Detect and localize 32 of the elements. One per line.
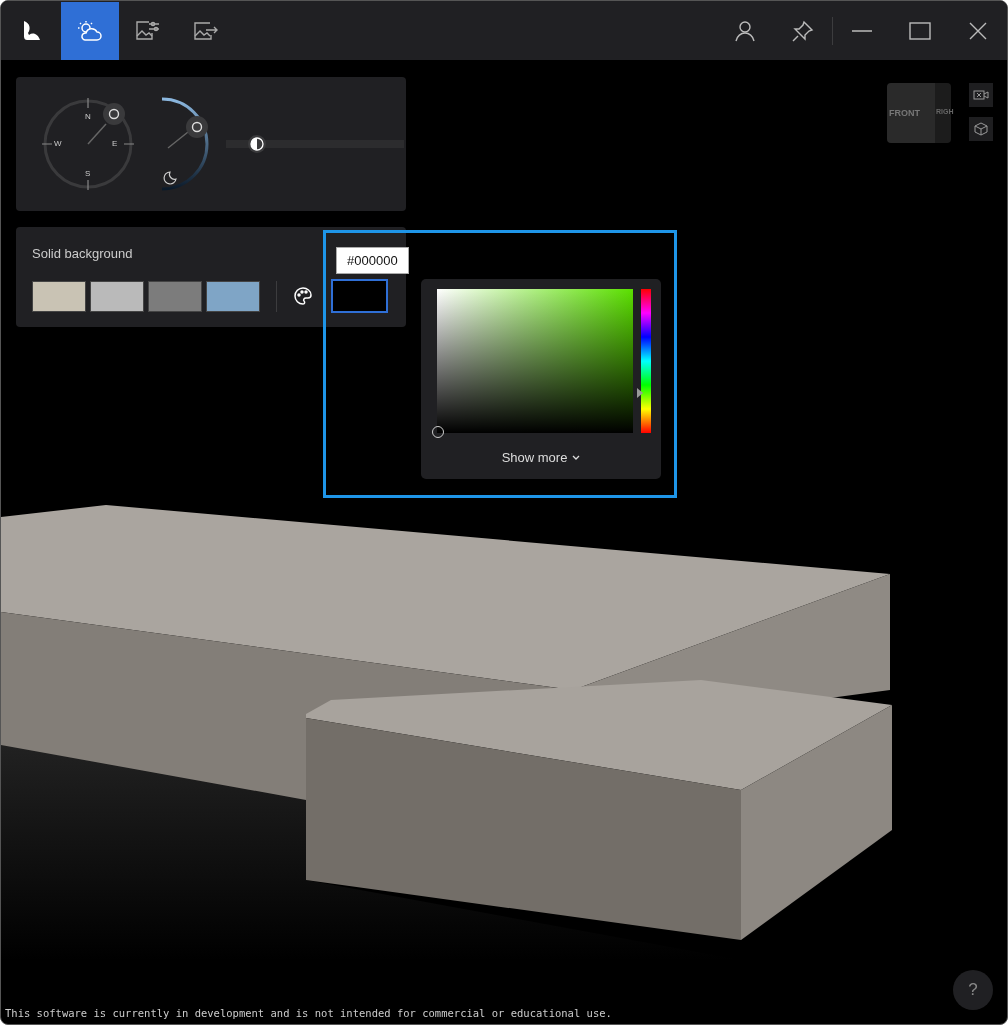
leaf-logo-icon [21,19,41,42]
color-swatch[interactable] [32,280,86,312]
sun-handle-icon[interactable] [103,103,125,125]
moon-icon [163,171,177,185]
palette-icon[interactable] [293,286,313,306]
color-swatch[interactable] [90,280,144,312]
sun-handle-icon[interactable] [186,116,208,138]
color-swatch[interactable] [148,280,202,312]
brightness-thumb-icon[interactable] [247,134,268,154]
image-export-icon[interactable] [193,19,219,42]
sun-cloud-icon[interactable] [77,19,103,42]
custom-color-swatch[interactable] [331,279,388,313]
west-label: W [54,140,62,148]
color-swatch[interactable] [206,280,260,312]
cube-icon[interactable] [969,117,993,141]
south-label: S [85,170,91,178]
chevron-icon [572,454,581,461]
help-button[interactable]: ? [953,970,993,1010]
east-label: E [112,140,118,148]
saturation-value-area[interactable] [437,289,633,433]
image-sliders-icon[interactable] [135,19,161,42]
sun-height-needle [167,131,189,149]
show-more-button[interactable]: Show more [495,449,587,466]
sun-height-arc[interactable] [161,97,209,191]
color-value-tooltip: #000000 [336,247,409,274]
disclaimer-text: This software is currently in development and is not intended for commercial or educational use. [5,1007,612,1019]
north-label: N [85,113,91,121]
weather-tab[interactable] [61,1,119,60]
camera-icon[interactable] [969,83,993,107]
panel-title: Solid background [32,246,133,261]
hue-marker-icon[interactable] [637,387,643,398]
cube-face-label: FRONT [889,108,920,118]
